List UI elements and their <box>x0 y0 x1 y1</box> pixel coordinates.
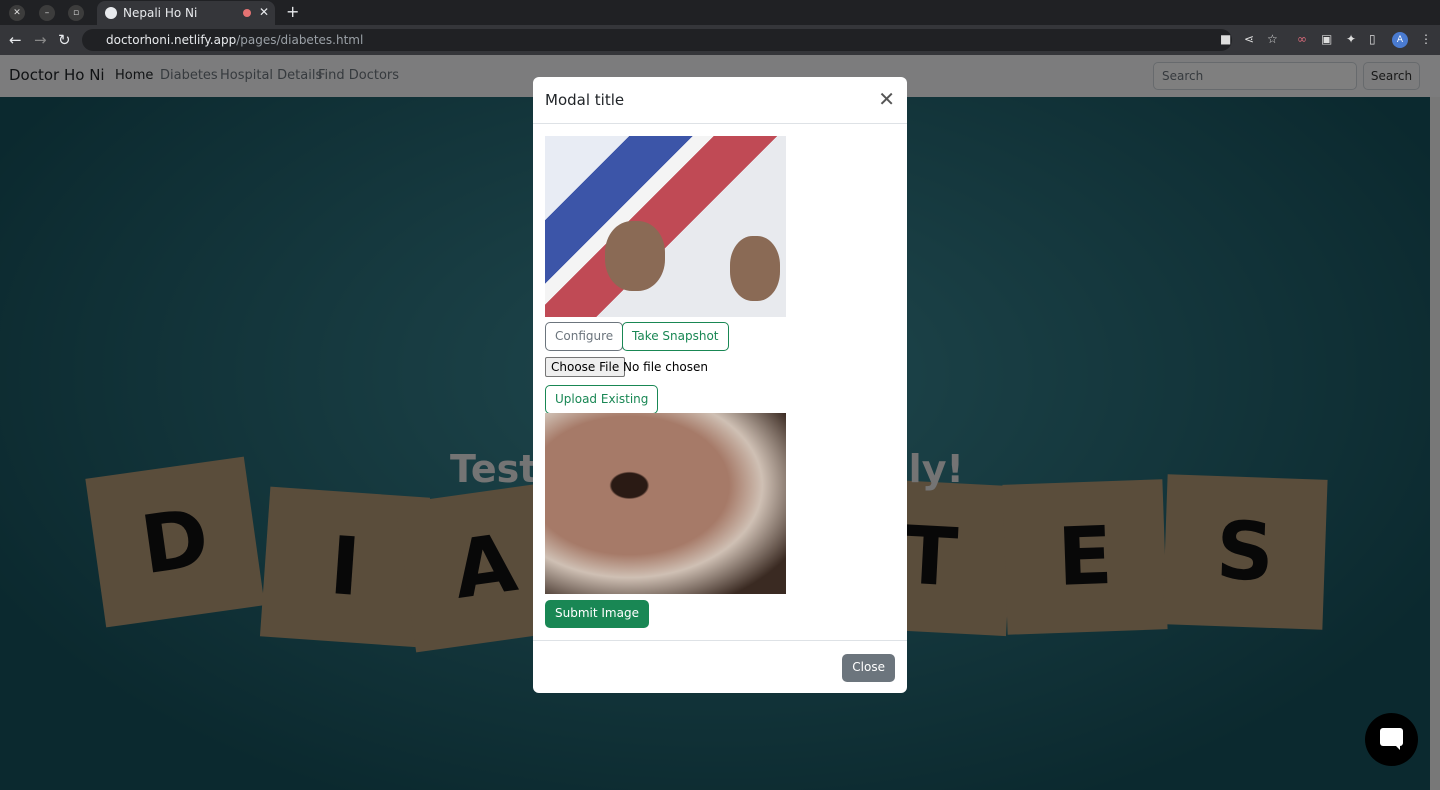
take-snapshot-button[interactable]: Take Snapshot <box>622 322 729 351</box>
person-face <box>605 221 665 291</box>
url-field[interactable]: doctorhoni.netlify.app/pages/diabetes.ht… <box>82 29 1232 51</box>
browser-tab-bar: ✕ – ▫ Nepali Ho Ni ✕ + <box>0 0 1440 25</box>
submit-image-button[interactable]: Submit Image <box>545 600 649 628</box>
share-icon[interactable]: ⋖ <box>1244 32 1254 46</box>
menu-icon[interactable]: ⋮ <box>1420 32 1432 46</box>
tab-close-icon[interactable]: ✕ <box>259 5 269 19</box>
person-face <box>730 236 780 301</box>
puzzle-icon[interactable]: ✦ <box>1346 32 1356 46</box>
star-icon[interactable]: ☆ <box>1267 32 1278 46</box>
tab-title: Nepali Ho Ni <box>123 6 198 20</box>
extension-icon[interactable]: ▣ <box>1321 32 1332 46</box>
new-tab-icon[interactable]: + <box>286 2 299 21</box>
modal-dialog: Modal title ✕ Configure Take Snapshot Ch… <box>533 77 907 693</box>
configure-button[interactable]: Configure <box>545 322 624 351</box>
modal-title: Modal title <box>545 91 625 109</box>
profile-avatar[interactable]: A <box>1392 32 1408 48</box>
recording-icon <box>243 9 251 17</box>
window-minimize-icon[interactable]: – <box>39 5 55 21</box>
webcam-preview <box>545 136 786 317</box>
back-icon[interactable]: ← <box>9 31 22 49</box>
url-path: /pages/diabetes.html <box>236 33 364 47</box>
close-button[interactable]: Close <box>842 654 895 682</box>
chat-icon-tail <box>1394 744 1400 750</box>
snapshot-image <box>545 413 786 594</box>
address-bar-row: ← → ↻ doctorhoni.netlify.app/pages/diabe… <box>0 25 1440 55</box>
upload-existing-button[interactable]: Upload Existing <box>545 385 659 414</box>
globe-icon <box>105 7 117 19</box>
forward-icon[interactable]: → <box>34 31 47 49</box>
choose-file-button[interactable]: Choose File <box>545 357 626 377</box>
reload-icon[interactable]: ↻ <box>58 31 71 49</box>
window-restore-icon[interactable]: ▫ <box>68 5 84 21</box>
close-icon[interactable]: ✕ <box>878 87 895 111</box>
modal-footer: Close <box>533 640 907 693</box>
side-panel-icon[interactable]: ▯ <box>1369 32 1376 46</box>
chat-button[interactable] <box>1365 713 1418 766</box>
modal-header: Modal title ✕ <box>533 77 907 124</box>
camera-icon[interactable]: ■ <box>1220 32 1231 46</box>
window-close-icon[interactable]: ✕ <box>9 5 25 21</box>
file-status: No file chosen <box>623 360 709 374</box>
extension-icon[interactable]: ∞ <box>1297 32 1307 46</box>
browser-tab[interactable]: Nepali Ho Ni ✕ <box>97 1 275 25</box>
url-host: doctorhoni.netlify.app <box>106 33 237 47</box>
